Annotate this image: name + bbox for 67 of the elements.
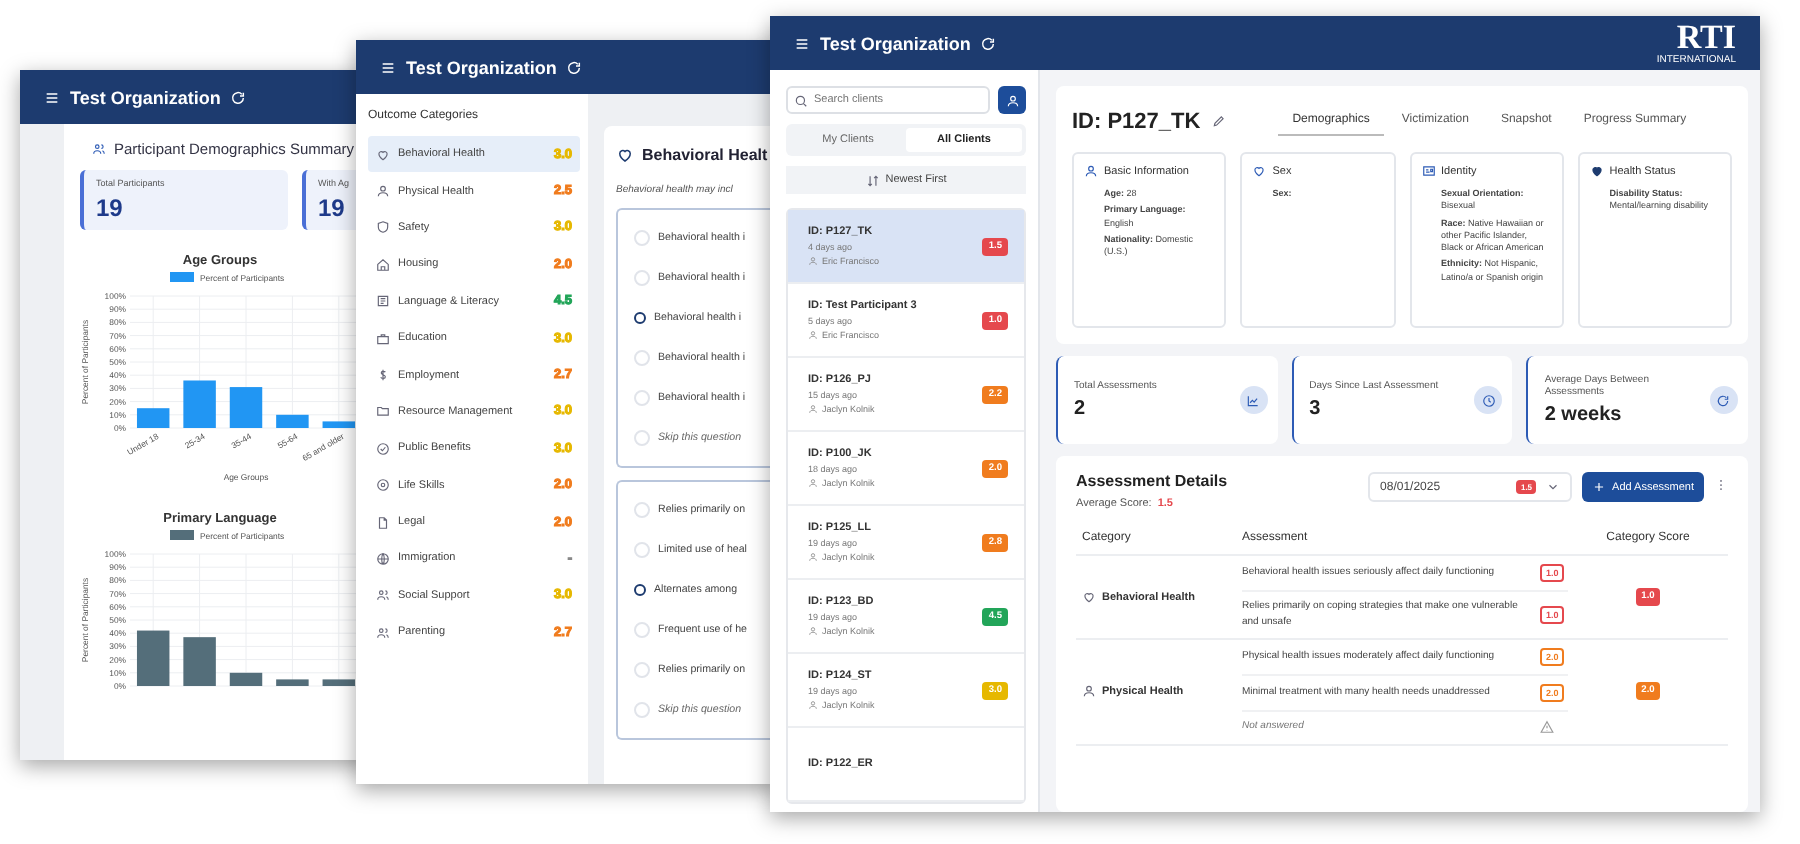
stat-value: 2 — [1074, 398, 1088, 420]
heart-icon — [1589, 164, 1604, 178]
target-icon — [376, 478, 390, 493]
person-icon — [1082, 684, 1096, 699]
heart-icon — [1252, 164, 1267, 178]
line-chart-icon — [1239, 386, 1268, 414]
person-icon — [808, 256, 818, 266]
bar — [276, 679, 309, 686]
person-icon — [808, 700, 818, 710]
globe-icon — [376, 551, 390, 566]
stat-value: 2 weeks — [1544, 404, 1624, 426]
person-icon — [808, 626, 818, 636]
clock-icon — [1474, 386, 1503, 414]
warning-icon — [1540, 720, 1554, 735]
window-title: Test Organization — [406, 57, 557, 77]
stat-value: 3 — [1309, 398, 1323, 420]
folder-icon — [376, 404, 390, 419]
chevron-down-icon — [1546, 480, 1561, 494]
sort-icon — [865, 173, 880, 187]
plus-icon — [1592, 480, 1607, 494]
bar — [136, 408, 170, 428]
window-title: Test Organization — [70, 87, 221, 107]
people-icon — [376, 625, 390, 640]
pencil-icon[interactable] — [1212, 114, 1227, 128]
person-icon — [808, 330, 818, 340]
refresh-icon — [1709, 386, 1738, 414]
stat-value: 19 — [318, 194, 347, 222]
radio-button[interactable] — [634, 584, 646, 596]
bar — [183, 380, 216, 428]
menu-icon[interactable] — [794, 35, 810, 51]
dollar-icon — [376, 368, 390, 383]
document-icon — [376, 515, 390, 530]
person-icon — [376, 184, 390, 199]
id-card-icon — [1421, 164, 1435, 178]
radio-button[interactable] — [634, 312, 646, 324]
bar — [322, 679, 356, 686]
bar — [322, 421, 356, 428]
search-icon — [794, 93, 808, 107]
question-title: Behavioral Healt — [642, 146, 768, 164]
person-icon — [808, 552, 818, 562]
bar — [183, 637, 216, 686]
person-icon — [808, 478, 818, 488]
people-icon — [376, 588, 390, 603]
heart-icon — [1082, 590, 1096, 604]
person-icon — [808, 404, 818, 414]
list-icon — [376, 294, 390, 309]
person-icon — [1084, 164, 1098, 178]
filter-button[interactable] — [998, 86, 1026, 114]
window-title: Test Organization — [820, 33, 971, 53]
section-heading: Assessment Details — [1076, 472, 1230, 490]
people-icon — [92, 142, 106, 156]
menu-icon[interactable] — [44, 89, 60, 105]
bar — [229, 387, 263, 428]
briefcase-icon — [376, 331, 390, 346]
participant-id: ID: P127_TK — [1072, 109, 1201, 133]
refresh-icon[interactable] — [980, 35, 997, 51]
house-icon — [376, 257, 390, 272]
bar — [136, 630, 170, 686]
more-icon[interactable] — [1714, 478, 1728, 492]
refresh-icon[interactable] — [566, 59, 583, 75]
person-icon — [1005, 93, 1019, 107]
shield-icon — [376, 220, 390, 235]
menu-icon[interactable] — [380, 59, 396, 75]
refresh-icon[interactable] — [230, 89, 247, 105]
heart-icon — [376, 147, 390, 162]
stat-value: 19 — [96, 194, 125, 222]
heart-icon — [616, 146, 634, 164]
